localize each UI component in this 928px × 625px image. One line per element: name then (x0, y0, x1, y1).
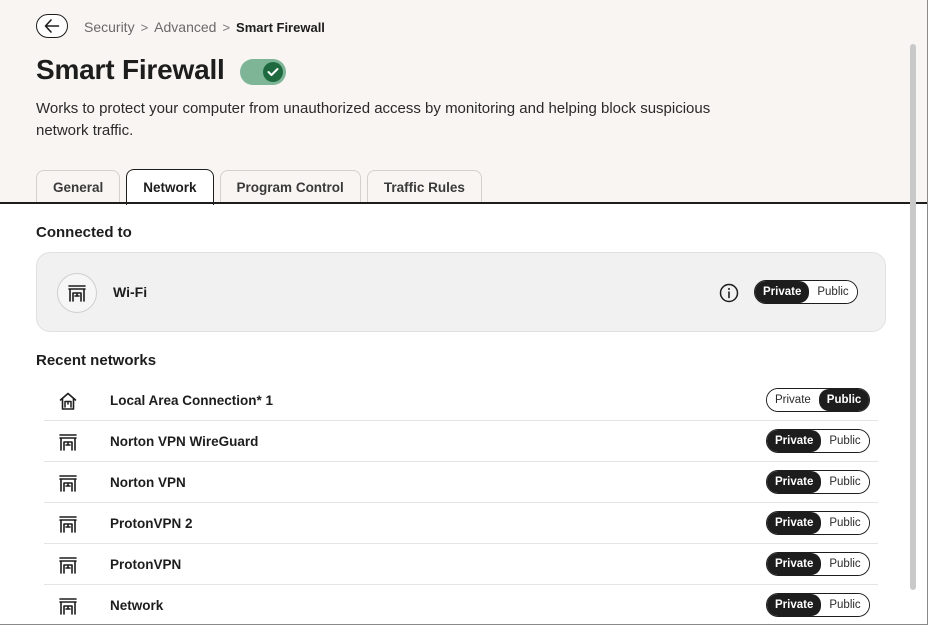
network-row: Network Private Public (44, 585, 878, 624)
network-name: Norton VPN WireGuard (110, 434, 259, 449)
private-option[interactable]: Private (767, 389, 819, 411)
private-option[interactable]: Private (767, 512, 822, 534)
network-type-selector[interactable]: Private Public (766, 388, 871, 412)
scrollbar-thumb[interactable] (910, 44, 916, 590)
network-row: ProtonVPN 2 Private Public (44, 503, 878, 544)
connected-network-type-selector[interactable]: Private Public (754, 280, 858, 304)
info-circle-icon (719, 283, 739, 303)
network-type-selector[interactable]: Private Public (766, 470, 870, 494)
private-option[interactable]: Private (767, 594, 822, 616)
network-row: Local Area Connection* 1 Private Public (44, 380, 878, 421)
private-option[interactable]: Private (755, 281, 810, 303)
tab-network[interactable]: Network (126, 169, 214, 205)
network-type-selector[interactable]: Private Public (766, 429, 870, 453)
tab-bar: General Network Program Control Traffic … (36, 168, 488, 205)
firewall-toggle[interactable] (240, 59, 286, 85)
network-type-selector[interactable]: Private Public (766, 511, 870, 535)
network-name: ProtonVPN (110, 557, 182, 572)
connected-network-icon-wrap (57, 273, 97, 313)
vertical-scrollbar[interactable] (908, 44, 918, 592)
public-option[interactable]: Public (821, 594, 869, 616)
connected-network-card: Wi-Fi Private Public (36, 252, 886, 332)
public-option[interactable]: Public (821, 430, 869, 452)
public-option[interactable]: Public (821, 512, 869, 534)
page-title: Smart Firewall (36, 54, 225, 85)
private-option[interactable]: Private (767, 430, 822, 452)
private-option[interactable]: Private (767, 471, 822, 493)
network-row: ProtonVPN Private Public (44, 544, 878, 585)
network-icon (58, 555, 78, 575)
breadcrumb-item-advanced[interactable]: Advanced (154, 19, 216, 35)
header-area: Security > Advanced > Smart Firewall Sma… (0, 0, 927, 205)
public-option[interactable]: Public (809, 281, 857, 303)
breadcrumb-current: Smart Firewall (236, 19, 325, 35)
recent-section-title: Recent networks (36, 352, 157, 369)
network-name: Norton VPN (110, 475, 186, 490)
breadcrumb-item-security[interactable]: Security (84, 19, 135, 35)
connected-network-name: Wi-Fi (113, 284, 148, 300)
network-icon (58, 432, 78, 452)
connected-section-title: Connected to (36, 224, 132, 241)
network-type-selector[interactable]: Private Public (766, 593, 870, 617)
network-icon (58, 596, 78, 616)
network-icon (58, 514, 78, 534)
network-name: Network (110, 598, 164, 613)
network-icon (58, 473, 78, 493)
arrow-left-icon (44, 19, 60, 33)
tab-divider (0, 202, 927, 204)
tab-program-control[interactable]: Program Control (219, 170, 361, 204)
home-network-icon (58, 391, 78, 411)
tab-traffic-rules[interactable]: Traffic Rules (366, 170, 482, 204)
info-icon[interactable] (718, 282, 740, 304)
public-option[interactable]: Public (818, 389, 870, 411)
back-button[interactable] (36, 14, 68, 38)
network-type-selector[interactable]: Private Public (766, 552, 870, 576)
breadcrumb-separator: > (140, 19, 149, 35)
network-icon (68, 285, 86, 302)
public-option[interactable]: Public (821, 471, 869, 493)
page-description: Works to protect your computer from unau… (36, 100, 711, 139)
tab-general[interactable]: General (36, 170, 121, 204)
breadcrumb: Security > Advanced > Smart Firewall (84, 18, 325, 36)
public-option[interactable]: Public (821, 553, 869, 575)
breadcrumb-separator: > (222, 19, 231, 35)
private-option[interactable]: Private (767, 553, 822, 575)
toggle-knob (263, 62, 283, 82)
network-name: ProtonVPN 2 (110, 516, 193, 531)
check-icon (267, 68, 279, 76)
smart-firewall-window: Security > Advanced > Smart Firewall Sma… (0, 0, 928, 625)
network-row: Norton VPN Private Public (44, 462, 878, 503)
network-row: Norton VPN WireGuard Private Public (44, 421, 878, 462)
network-name: Local Area Connection* 1 (110, 393, 274, 408)
